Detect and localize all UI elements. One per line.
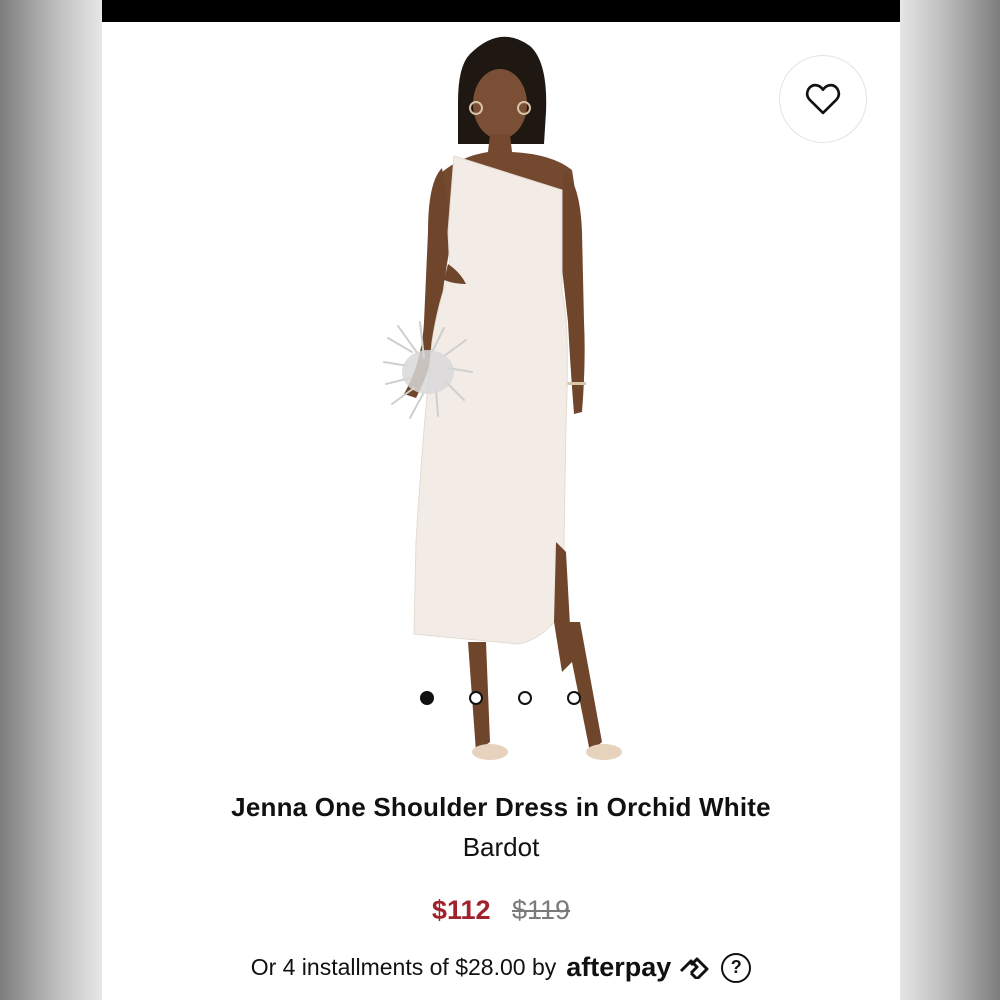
carousel-dot[interactable]: [420, 691, 434, 705]
blurred-background-right: [898, 0, 1000, 1000]
product-panel: Jenna One Shoulder Dress in Orchid White…: [102, 0, 900, 1000]
product-photo: [383, 36, 622, 760]
price-row: $112 $119: [102, 895, 900, 926]
afterpay-installments: Or 4 installments of $28.00 by afterpay …: [102, 952, 900, 983]
carousel-dot[interactable]: [518, 691, 532, 705]
sale-price: $112: [431, 895, 491, 925]
help-button[interactable]: ?: [721, 952, 752, 983]
blurred-background-left: [0, 0, 102, 1000]
heart-outline-icon: [805, 83, 841, 115]
carousel-dot[interactable]: [469, 691, 483, 705]
product-brand[interactable]: Bardot: [102, 832, 900, 863]
carousel-dot[interactable]: [567, 691, 581, 705]
product-image-carousel[interactable]: [102, 22, 900, 782]
original-price: $119: [512, 895, 571, 925]
favorite-button[interactable]: [779, 55, 867, 143]
afterpay-logo: afterpay: [566, 952, 672, 982]
top-bar: [102, 0, 900, 22]
product-title: Jenna One Shoulder Dress in Orchid White: [231, 792, 771, 822]
installments-text: Or 4 installments of $28.00 by: [250, 954, 557, 980]
afterpay-arrows-icon: [680, 957, 709, 979]
